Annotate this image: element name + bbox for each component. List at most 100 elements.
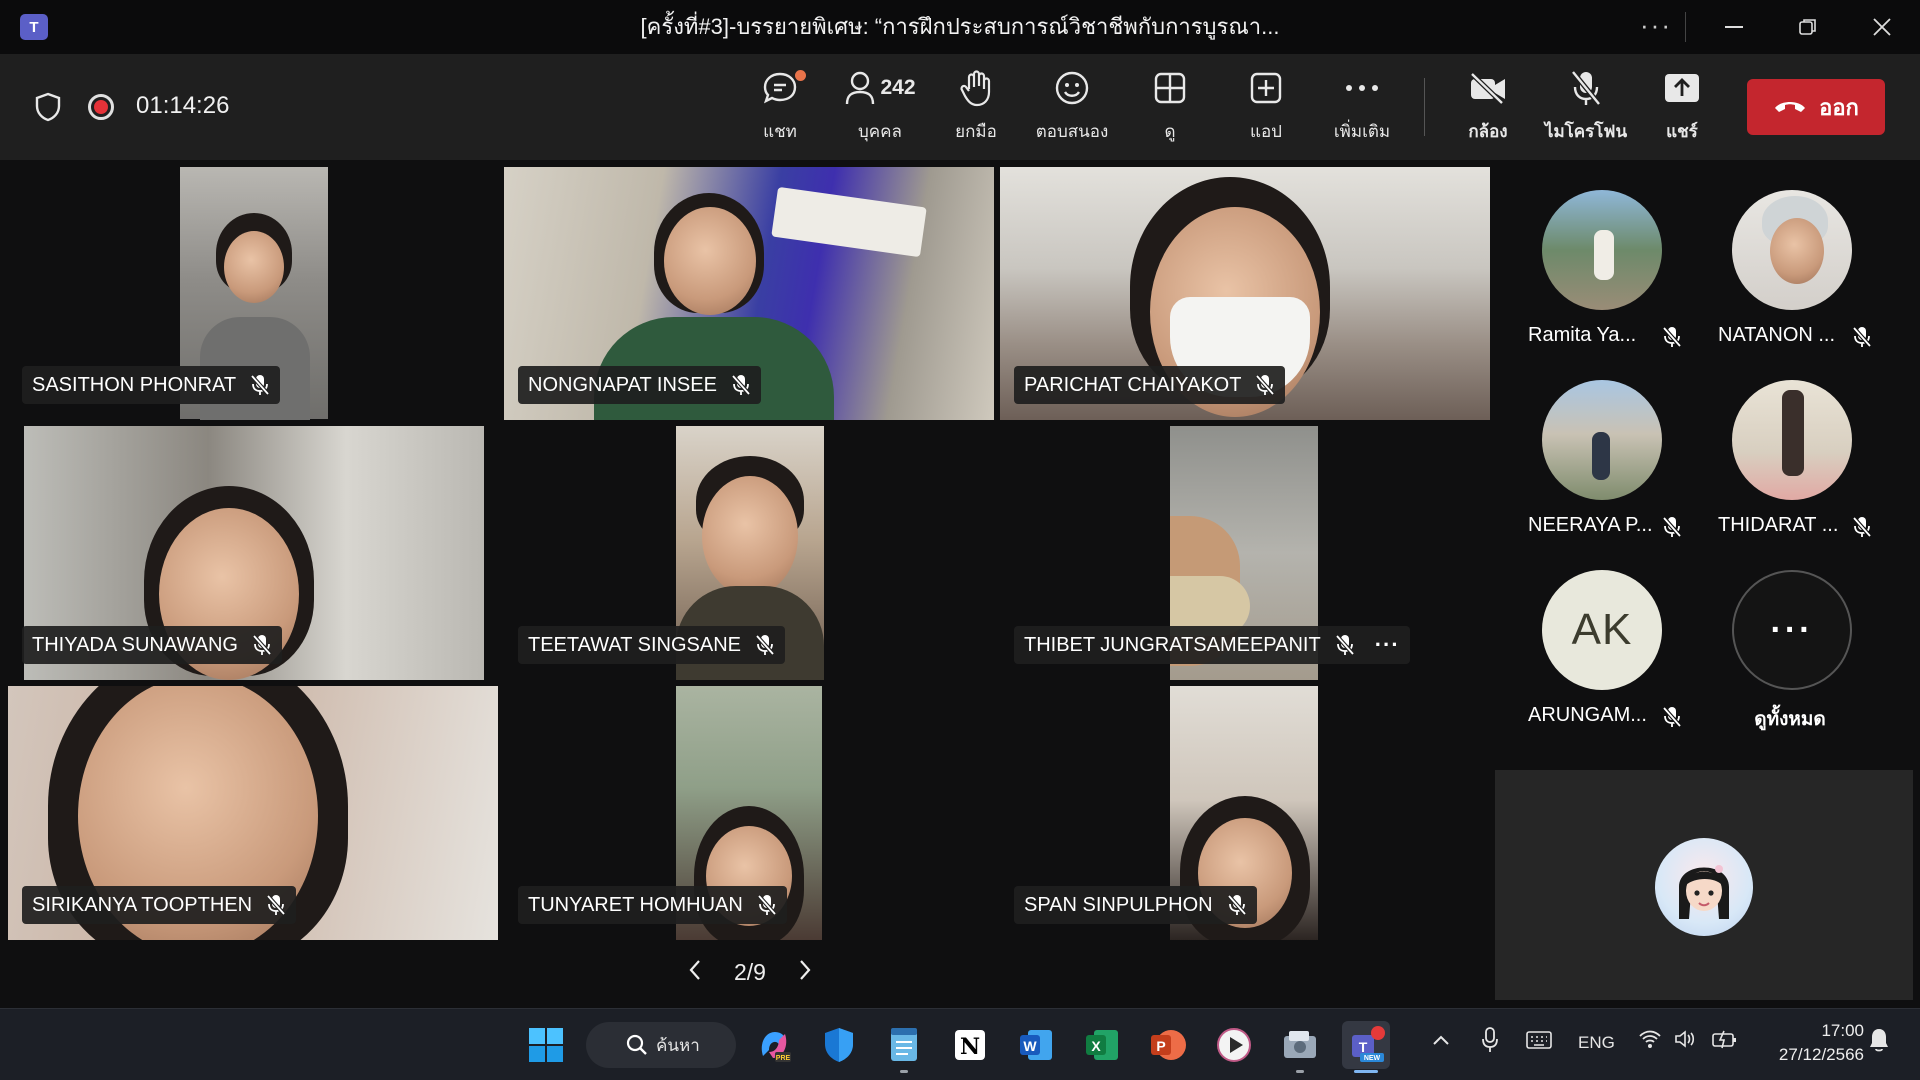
volume-icon[interactable]	[1674, 1029, 1696, 1054]
chat-icon	[762, 66, 798, 110]
self-avatar	[1655, 838, 1753, 936]
defender-shield-icon[interactable]	[815, 1021, 863, 1069]
participant-tile[interactable]: THIYADA SUNAWANG	[0, 426, 500, 680]
shield-icon[interactable]	[34, 92, 62, 127]
mic-button[interactable]: ไมโครโฟน	[1536, 66, 1636, 150]
taskbar-search[interactable]: ค้นหา	[586, 1022, 736, 1068]
title-bar: T [ครั้งที่#3]-บรรยายพิเศษ: “การฝึกประสบ…	[0, 0, 1920, 54]
react-label: ตอบสนอง	[1035, 122, 1109, 141]
notepad-icon[interactable]	[880, 1021, 928, 1073]
participant-name: SASITHON PHONRAT	[32, 373, 237, 396]
raise-hand-button[interactable]: ยกมือ	[928, 66, 1024, 150]
microphone-icon[interactable]	[1482, 1027, 1498, 1058]
apps-button[interactable]: แอป	[1218, 66, 1314, 150]
excel-icon[interactable]: X	[1078, 1021, 1126, 1069]
raise-hand-label: ยกมือ	[955, 122, 997, 141]
powerpoint-icon[interactable]: P	[1144, 1021, 1192, 1069]
participant-name: TEETAWAT SINGSANE	[528, 633, 741, 656]
windows-start-icon[interactable]	[522, 1021, 570, 1069]
copilot-icon[interactable]: PRE	[750, 1021, 798, 1069]
wifi-icon[interactable]	[1638, 1029, 1662, 1054]
restore-icon[interactable]	[1778, 0, 1838, 54]
chevron-up-icon[interactable]	[1432, 1031, 1450, 1051]
roster-name: THIDARAT ...	[1718, 514, 1839, 536]
participant-tile[interactable]: SIRIKANYA TOOPTHEN	[0, 686, 500, 940]
mic-off-icon	[1255, 374, 1275, 396]
svg-text:NEW: NEW	[1364, 1055, 1381, 1062]
view-button[interactable]: ดู	[1122, 66, 1218, 150]
view-label: ดู	[1164, 122, 1176, 141]
participant-name: THIBET JUNGRATSAMEEPANIT	[1024, 633, 1321, 656]
self-view[interactable]	[1495, 770, 1913, 1000]
participant-name: THIYADA SUNAWANG	[32, 633, 238, 656]
close-icon[interactable]	[1852, 0, 1912, 54]
minimize-icon[interactable]	[1704, 0, 1764, 54]
media-player-icon[interactable]	[1210, 1021, 1258, 1069]
chevron-left-icon[interactable]	[680, 957, 710, 988]
participant-name: TUNYARET HOMHUAN	[528, 893, 743, 916]
participant-tile[interactable]: TUNYARET HOMHUAN	[504, 686, 994, 940]
taskbar-clock[interactable]: 17:00 27/12/2566	[1752, 1019, 1864, 1067]
avatar	[1542, 190, 1662, 310]
roster-person[interactable]: AK ARUNGAM...	[1500, 570, 1690, 750]
battery-icon[interactable]	[1712, 1029, 1738, 1054]
mic-off-icon	[1662, 516, 1682, 543]
roster-name: ARUNGAM...	[1528, 704, 1647, 726]
roster-person[interactable]: NATANON ...	[1690, 190, 1880, 370]
roster-person[interactable]: THIDARAT ...	[1690, 380, 1880, 560]
svg-text:T: T	[1359, 1039, 1368, 1055]
meeting-timer: 01:14:26	[136, 92, 230, 119]
mic-off-icon	[1227, 894, 1247, 916]
notification-bell-icon[interactable]	[1868, 1027, 1890, 1058]
camera-off-icon	[1468, 66, 1508, 110]
gallery-pager: 2/9	[680, 952, 820, 992]
participant-tile[interactable]: PARICHAT CHAIYAKOT	[1000, 167, 1490, 420]
avatar	[1542, 380, 1662, 500]
people-button[interactable]: 242 บุคคล	[830, 66, 930, 150]
view-all-button[interactable]: ··· ดูทั้งหมด	[1690, 570, 1880, 750]
page-indicator: 2/9	[734, 958, 766, 985]
people-count: 242	[880, 76, 916, 99]
language-indicator[interactable]: ENG	[1578, 1033, 1615, 1053]
participant-tile[interactable]: SASITHON PHONRAT	[0, 160, 500, 420]
participant-tile[interactable]: SPAN SINPULPHON	[1000, 686, 1490, 940]
roster-person[interactable]: NEERAYA P...	[1500, 380, 1690, 560]
chat-notification-dot	[795, 70, 806, 81]
react-button[interactable]: ตอบสนอง	[1024, 66, 1120, 150]
word-icon[interactable]: W	[1012, 1021, 1060, 1069]
share-button[interactable]: แชร์	[1634, 66, 1730, 150]
teams-taskbar-icon[interactable]: T NEW	[1342, 1021, 1390, 1073]
participant-name-tag: THIBET JUNGRATSAMEEPANIT ···	[1014, 626, 1410, 664]
chevron-right-icon[interactable]	[790, 957, 820, 988]
participant-name-tag: NONGNAPAT INSEE	[518, 366, 761, 404]
leave-button[interactable]: ออก	[1747, 79, 1885, 135]
participant-name-tag: THIYADA SUNAWANG	[22, 626, 282, 664]
window-more-icon[interactable]: ···	[1640, 10, 1672, 41]
mic-off-icon	[757, 894, 777, 916]
participant-name: SPAN SINPULPHON	[1024, 893, 1213, 916]
participant-tile[interactable]: THIBET JUNGRATSAMEEPANIT ···	[1000, 426, 1490, 680]
notion-icon[interactable]: N	[946, 1021, 994, 1069]
hand-icon	[959, 66, 993, 110]
person-icon	[846, 71, 875, 105]
participant-more-icon[interactable]: ···	[1375, 632, 1400, 658]
participant-tile[interactable]: NONGNAPAT INSEE	[504, 167, 994, 420]
participant-name: NONGNAPAT INSEE	[528, 373, 717, 396]
roster-name: NEERAYA P...	[1528, 514, 1653, 536]
mic-off-icon	[731, 374, 751, 396]
participant-name-tag: TUNYARET HOMHUAN	[518, 886, 787, 924]
roster-person[interactable]: Ramita Ya...	[1500, 190, 1690, 370]
chat-button[interactable]: แชท	[732, 66, 828, 150]
clock-time: 17:00	[1821, 1021, 1864, 1040]
file-manager-icon[interactable]	[1276, 1021, 1324, 1073]
keyboard-icon[interactable]	[1526, 1031, 1552, 1054]
camera-button[interactable]: กล้อง	[1440, 66, 1536, 150]
more-button[interactable]: เพิ่มเติม	[1314, 66, 1410, 150]
svg-text:W: W	[1023, 1038, 1037, 1054]
window-title: [ครั้งที่#3]-บรรยายพิเศษ: “การฝึกประสบกา…	[640, 14, 1280, 39]
avatar	[1732, 190, 1852, 310]
participant-tile[interactable]: TEETAWAT SINGSANE	[504, 426, 994, 680]
mic-off-icon	[1335, 634, 1355, 656]
active-indicator	[1354, 1070, 1378, 1073]
more-label: เพิ่มเติม	[1333, 122, 1391, 141]
